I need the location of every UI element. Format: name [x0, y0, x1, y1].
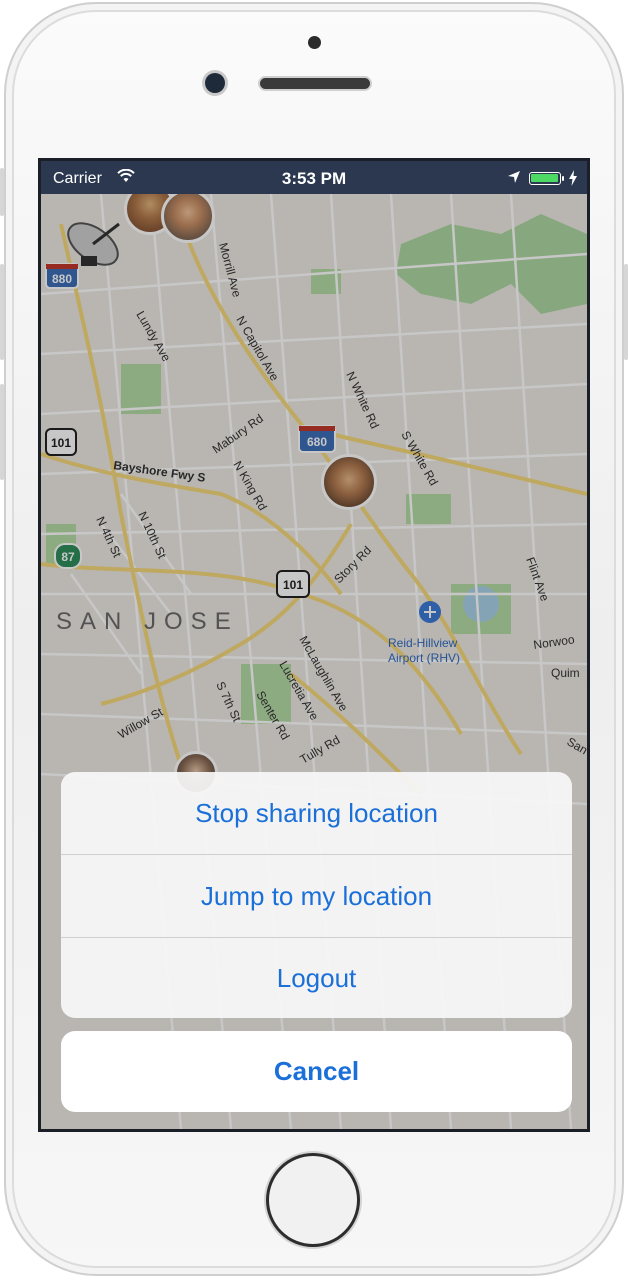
clock: 3:53 PM	[281, 169, 347, 188]
action-sheet: Stop sharing location Jump to my locatio…	[61, 772, 572, 1018]
status-bar: Carrier 3:53 PM	[41, 161, 587, 194]
jump-to-my-location-button[interactable]: Jump to my location	[61, 855, 572, 937]
front-camera	[205, 73, 225, 93]
cancel-button[interactable]: Cancel	[61, 1031, 572, 1112]
location-arrow-icon	[507, 170, 521, 189]
power-button	[624, 264, 628, 360]
volume-up-button	[0, 264, 4, 360]
battery-cap	[562, 176, 564, 181]
silent-switch	[0, 168, 4, 216]
screen-content: Carrier 3:53 PM 880 101 680 87 101 Morri…	[41, 161, 587, 1129]
screen: Carrier 3:53 PM 880 101 680 87 101 Morri…	[38, 158, 590, 1132]
volume-down-button	[0, 384, 4, 480]
home-button[interactable]	[266, 1153, 360, 1247]
logout-button[interactable]: Logout	[61, 938, 572, 1018]
battery-icon	[529, 172, 561, 185]
stop-sharing-location-button[interactable]: Stop sharing location	[61, 772, 572, 854]
proximity-sensor	[308, 36, 321, 49]
earpiece-speaker	[260, 78, 370, 89]
charging-bolt-icon	[568, 170, 578, 191]
